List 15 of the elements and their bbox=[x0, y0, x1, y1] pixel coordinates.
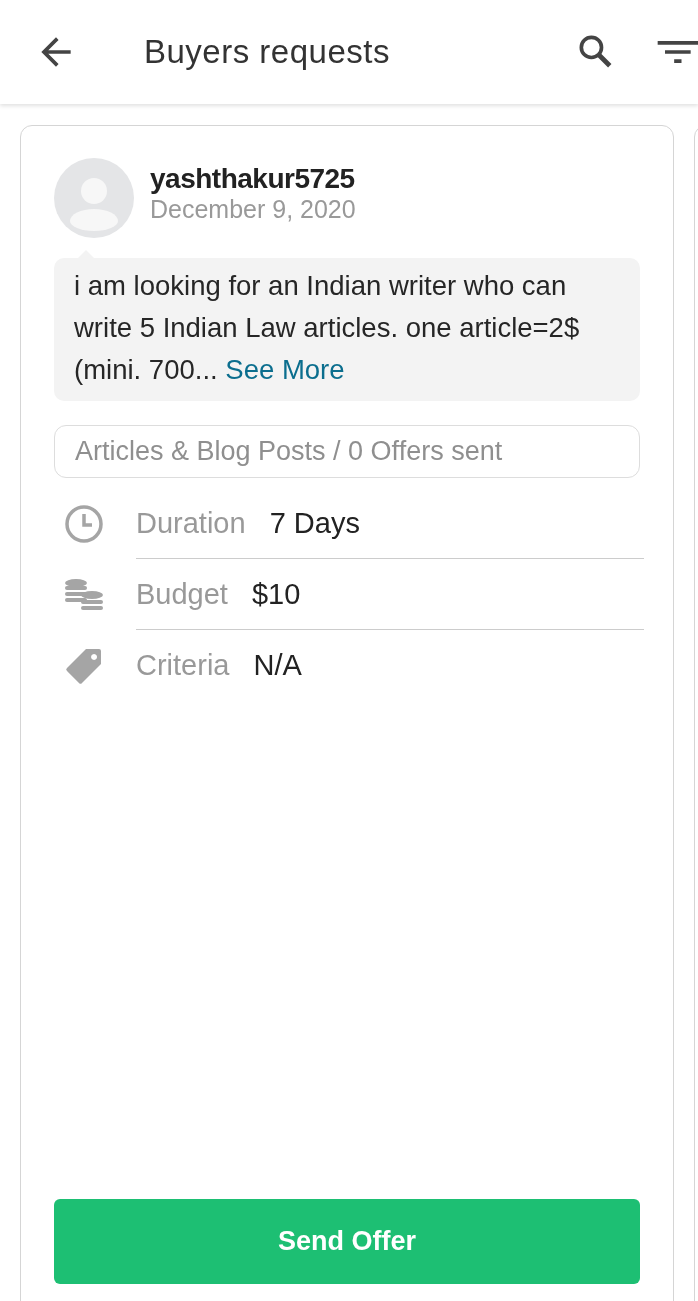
username[interactable]: yashthakur5725 bbox=[150, 162, 356, 195]
detail-value: 7 Days bbox=[269, 506, 360, 540]
clock-icon bbox=[64, 504, 104, 544]
avatar-icon bbox=[54, 158, 134, 238]
detail-label: Criteria bbox=[136, 649, 230, 682]
detail-value: N/A bbox=[253, 649, 302, 682]
detail-value: $10 bbox=[251, 577, 301, 611]
screen-title: Buyers requests bbox=[144, 33, 391, 71]
see-more-link[interactable]: See More bbox=[225, 354, 345, 385]
detail-label: Duration bbox=[136, 506, 246, 540]
detail-label: Budget bbox=[136, 577, 228, 611]
tag-icon bbox=[64, 646, 104, 686]
description-text: i am looking for an Indian writer who can write 5 Indian Law articles. one article=2$ (mini. 700... See More bbox=[74, 269, 581, 387]
category-label: Articles & Blog Posts / 0 Offers sent bbox=[54, 425, 640, 478]
post-date: December 9, 2020 bbox=[150, 194, 356, 224]
